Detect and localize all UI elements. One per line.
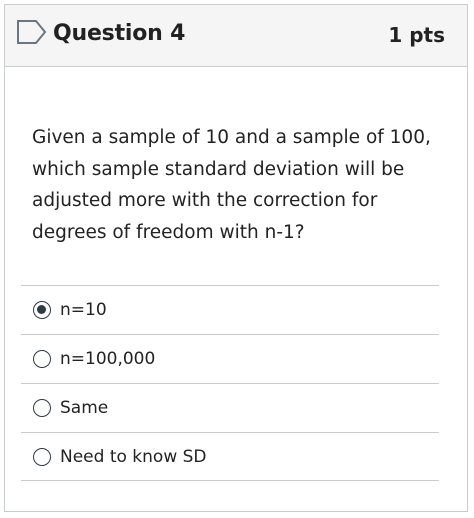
radio-button[interactable] xyxy=(33,448,51,466)
question-header: Question 4 1 pts xyxy=(5,5,467,67)
answer-label: n=100,000 xyxy=(60,349,156,369)
answer-list: n=10 n=100,000 Same Need to know SD xyxy=(21,285,439,481)
answer-label: Same xyxy=(60,398,109,418)
answer-label: Need to know SD xyxy=(60,447,207,467)
radio-button-selected[interactable] xyxy=(33,301,51,319)
answer-option-n100000[interactable]: n=100,000 xyxy=(21,334,439,383)
answer-option-same[interactable]: Same xyxy=(21,383,439,432)
answer-option-n10[interactable]: n=10 xyxy=(21,285,439,334)
question-text: Given a sample of 10 and a sample of 100… xyxy=(32,127,431,243)
answer-option-need-sd[interactable]: Need to know SD xyxy=(21,432,439,481)
question-points: 1 pts xyxy=(388,23,445,47)
radio-button[interactable] xyxy=(33,350,51,368)
radio-button[interactable] xyxy=(33,399,51,417)
question-title: Question 4 xyxy=(53,21,186,46)
answer-label: n=10 xyxy=(60,300,107,320)
flag-icon[interactable] xyxy=(16,19,48,45)
